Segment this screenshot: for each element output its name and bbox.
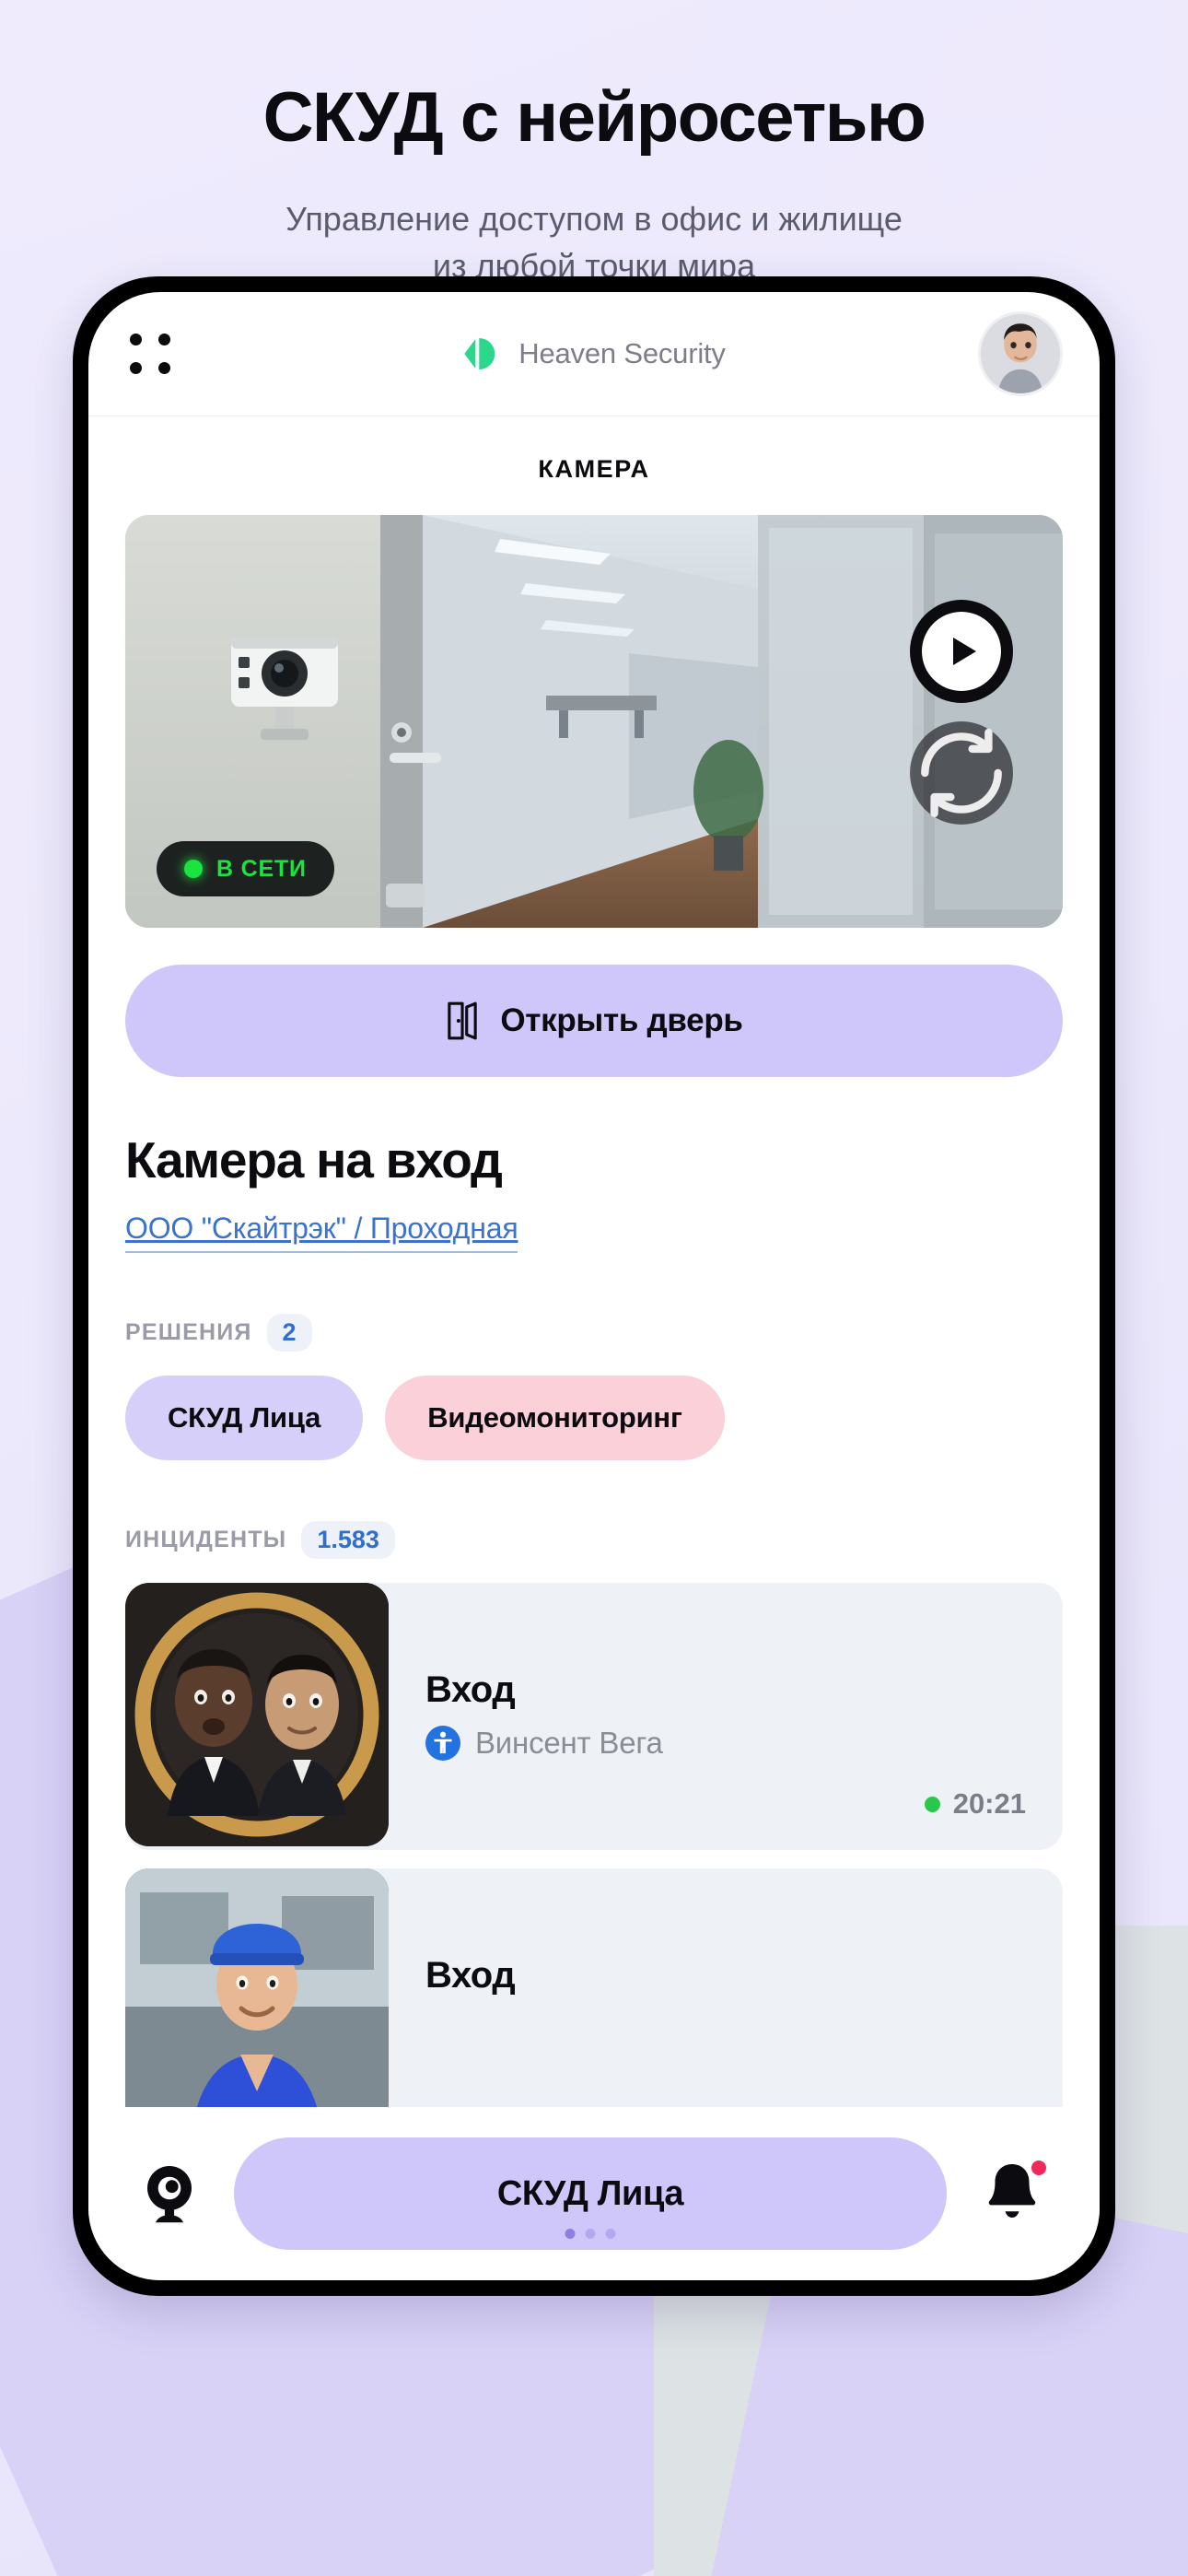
incident-status-dot-icon [924,1796,940,1812]
page-subtitle-line-1: Управление доступом в офис и жилище [285,199,903,238]
solutions-label: РЕШЕНИЯ [125,1319,252,1345]
play-icon [922,612,1001,691]
camera-feed-wrapper: В СЕТИ [88,515,1100,928]
page-subtitle: Управление доступом в офис и жилище из л… [0,195,1188,289]
play-button[interactable] [910,600,1013,703]
avatar[interactable] [978,311,1063,396]
heaven-logo-icon [462,334,503,374]
solutions-header: РЕШЕНИЯ 2 [125,1314,1063,1352]
page-title: СКУД с нейросетью [262,78,926,157]
status-badge: В СЕТИ [157,841,334,896]
notifications-button[interactable] [978,2157,1052,2231]
face-thumbnail [125,1583,389,1846]
skud-faces-pill[interactable]: СКУД Лица [234,2137,947,2250]
camera-feed[interactable]: В СЕТИ [125,515,1063,928]
chip-label: СКУД Лица [168,1401,321,1434]
incidents-header: ИНЦИДЕНТЫ 1.583 [125,1521,1063,1559]
webcam-icon[interactable] [136,2160,203,2227]
incident-list: Вход Винсент Вега 20:21 Вход [125,1583,1063,2136]
hero-section: СКУД с нейросетью Управление доступом в … [0,0,1188,289]
incident-time: 20:21 [924,1787,1026,1821]
notification-badge [1029,2158,1049,2178]
incidents-count-badge: 1.583 [301,1521,395,1559]
accessibility-person-icon [425,1726,460,1761]
phone-screen: Heaven Security КАМЕРА В СЕТИ Открыть дв… [88,292,1100,2280]
bottom-bar: СКУД Лица [88,2107,1100,2280]
rotate-refresh-button[interactable] [910,721,1013,825]
chip-video-monitoring[interactable]: Видеомониторинг [385,1376,725,1460]
list-item[interactable]: Вход Винсент Вега 20:21 [125,1583,1063,1850]
breadcrumb[interactable]: ООО "Скайтрэк" / Проходная [125,1212,518,1253]
brand: Heaven Security [462,334,726,374]
incident-body: Вход Винсент Вега [389,1583,1063,1761]
refresh-rotate-icon [921,728,1002,818]
section-label-camera: КАМЕРА [538,455,650,483]
incident-thumbnail [125,1868,389,2132]
grid-menu-icon[interactable] [129,333,171,375]
chip-label: Видеомониторинг [427,1401,682,1434]
worker-thumbnail [125,1868,389,2132]
incident-thumbnail [125,1583,389,1846]
open-door-icon [448,1001,478,1040]
camera-title: Камера на вход [125,1131,503,1188]
status-dot-icon [184,860,203,878]
skud-faces-pill-label: СКУД Лица [496,2173,684,2213]
chip-skud-faces[interactable]: СКУД Лица [125,1376,364,1460]
incident-body: Вход [389,1868,1063,1996]
pager-dots [565,2229,616,2239]
brand-name: Heaven Security [518,337,726,369]
solutions-chips: СКУД Лица Видеомониторинг [125,1376,1063,1460]
status-badge-label: В СЕТИ [216,855,307,882]
incident-title: Вход [425,1955,516,1996]
incident-person-name: Винсент Вега [475,1726,663,1760]
list-item[interactable]: Вход [125,1868,1063,2136]
app-header: Heaven Security [88,292,1100,416]
solutions-count-badge: 2 [266,1314,312,1352]
phone-mockup: Heaven Security КАМЕРА В СЕТИ Открыть дв… [73,276,1115,2296]
open-door-label: Открыть дверь [500,1002,743,1038]
open-door-button[interactable]: Открыть дверь [125,965,1063,1077]
incidents-label: ИНЦИДЕНТЫ [125,1527,287,1552]
incident-time-label: 20:21 [952,1787,1026,1820]
incident-title: Вход [425,1669,516,1710]
incident-person: Винсент Вега [425,1726,1063,1761]
